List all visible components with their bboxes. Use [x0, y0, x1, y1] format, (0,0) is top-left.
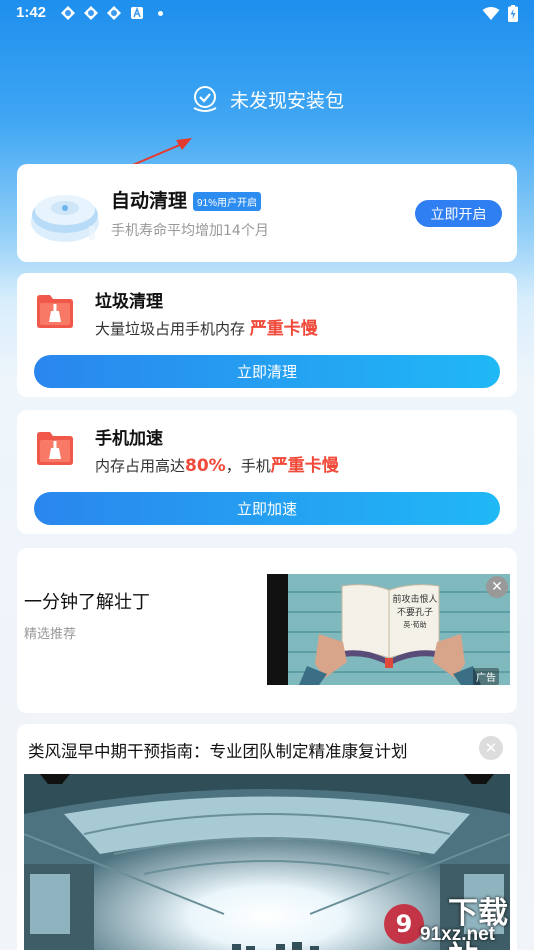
battery-charging-icon: [508, 5, 518, 22]
status-bar: 1:42: [0, 0, 534, 28]
close-icon[interactable]: ✕: [486, 576, 508, 598]
phone-speed-desc-text: 内存占用高达: [95, 457, 186, 475]
watermark-url: 91xz.net: [420, 924, 495, 945]
junk-clean-warning: 严重卡慢: [249, 319, 318, 339]
dot-icon: [158, 10, 163, 16]
svg-text:9: 9: [396, 910, 413, 938]
ad-book-text-3: 英·荀助: [403, 620, 426, 629]
auto-clean-title: 自动清理: [111, 190, 188, 212]
shield-check-icon: [193, 86, 217, 112]
enable-auto-clean-button[interactable]: 立即开启: [415, 200, 502, 227]
junk-clean-desc-text: 大量垃圾占用手机内存: [95, 320, 246, 338]
memory-percent: 80%: [185, 456, 226, 476]
phone-speed-desc-mid: ，手机: [225, 457, 271, 475]
phone-speed-card: 手机加速 内存占用高达80%，手机严重卡慢 立即加速: [17, 410, 517, 534]
auto-clean-subtitle: 手机寿命平均增加14个月: [111, 223, 269, 239]
scan-status: 未发现安装包: [0, 84, 534, 114]
status-system-icons: [482, 5, 518, 22]
status-time: 1:42: [16, 4, 47, 21]
news-title[interactable]: 类风湿早中期干预指南：专业团队制定精准康复计划: [28, 738, 408, 762]
sync-icon: [61, 6, 75, 20]
ad-subtitle: 精选推荐: [24, 627, 77, 642]
junk-clean-title: 垃圾清理: [95, 292, 163, 312]
phone-speed-title: 手机加速: [95, 429, 163, 449]
folder-broom-icon: [37, 295, 73, 328]
a-icon: [131, 6, 143, 19]
scan-status-text: 未发现安装包: [229, 89, 344, 112]
ad-title[interactable]: 一分钟了解壮丁: [24, 588, 150, 614]
junk-clean-desc: 大量垃圾占用手机内存 严重卡慢: [95, 314, 318, 339]
sync-icon: [107, 6, 121, 20]
phone-speed-warning: 严重卡慢: [270, 456, 339, 476]
folder-broom-icon: [37, 432, 73, 465]
auto-clean-badge: 91%用户开启: [193, 192, 262, 211]
ad-card[interactable]: 一分钟了解壮丁 精选推荐 前攻击恨人 不要孔子 英·荀助 ✕ 广告: [17, 548, 517, 713]
junk-clean-card: 垃圾清理 大量垃圾占用手机内存 严重卡慢 立即清理: [17, 273, 517, 397]
ad-tag: 广告: [473, 668, 499, 685]
clean-now-button[interactable]: 立即清理: [34, 355, 500, 388]
status-notification-icons: [60, 5, 163, 21]
speed-up-button[interactable]: 立即加速: [34, 492, 500, 525]
close-icon[interactable]: ✕: [479, 736, 503, 760]
phone-speed-desc: 内存占用高达80%，手机严重卡慢: [95, 451, 339, 476]
sync-icon: [84, 6, 98, 20]
robot-vacuum-icon: [31, 195, 99, 242]
ad-book-text-1: 前攻击恨人: [392, 593, 437, 605]
auto-clean-card: 自动清理 91%用户开启 手机寿命平均增加14个月 立即开启: [17, 164, 517, 262]
ad-book-text-2: 不要孔子: [397, 607, 433, 618]
wifi-icon: [482, 7, 500, 20]
